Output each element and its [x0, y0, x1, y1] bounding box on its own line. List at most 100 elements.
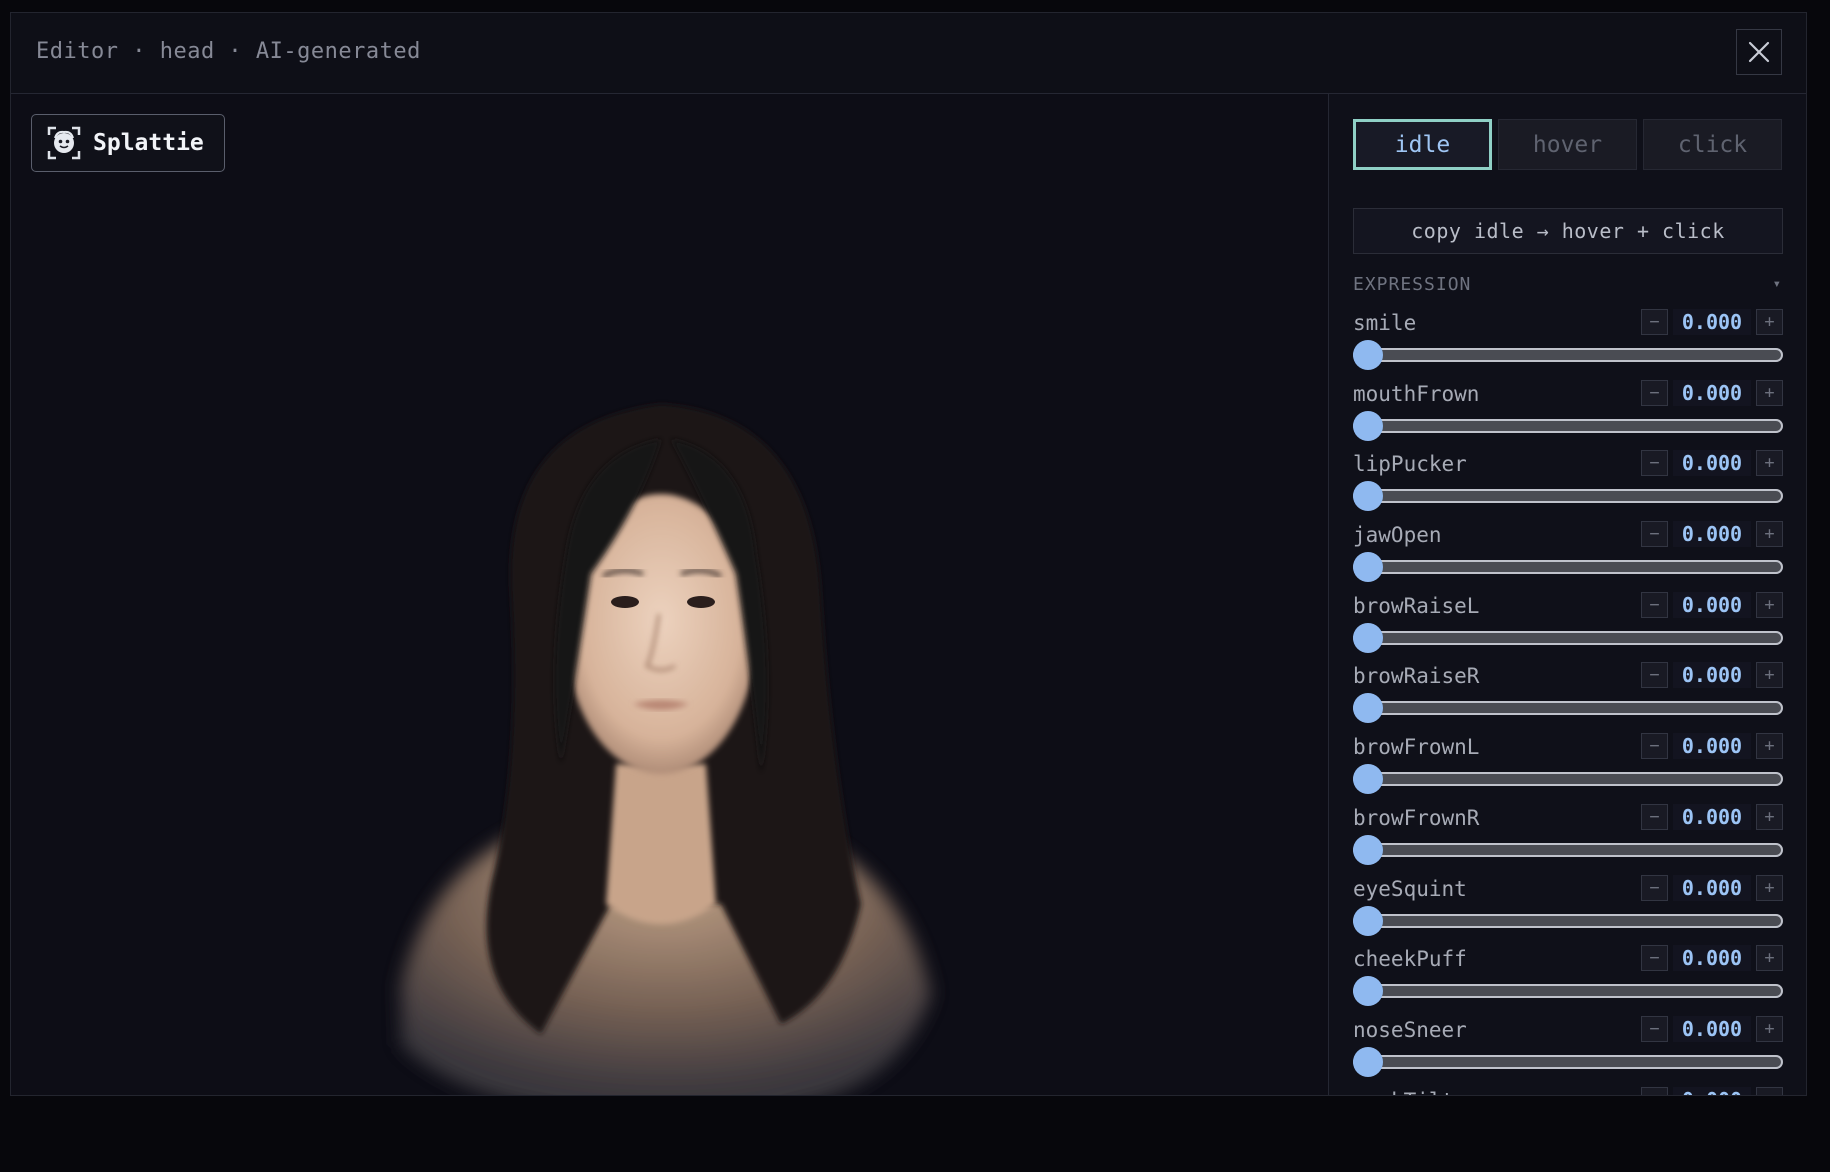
- slider-track[interactable]: [1353, 630, 1783, 645]
- param-value[interactable]: 0.000: [1673, 309, 1751, 335]
- close-button[interactable]: [1736, 29, 1782, 75]
- param-slider[interactable]: [1353, 834, 1783, 865]
- param-value[interactable]: 0.000: [1673, 803, 1751, 830]
- slider-thumb[interactable]: [1353, 340, 1383, 370]
- decrement-button[interactable]: −: [1641, 591, 1668, 618]
- decrement-button[interactable]: −: [1641, 450, 1668, 477]
- param-slider[interactable]: [1353, 693, 1783, 724]
- param-label: browFrownR: [1353, 805, 1480, 830]
- copy-state-button[interactable]: copy idle → hover + click: [1353, 208, 1783, 254]
- param-value[interactable]: 0.000: [1673, 1086, 1751, 1095]
- slider-thumb[interactable]: [1353, 764, 1383, 795]
- param-value[interactable]: 0.000: [1673, 379, 1751, 406]
- param-slider[interactable]: [1353, 1046, 1783, 1077]
- tab-idle[interactable]: idle: [1353, 119, 1492, 170]
- param-label: browRaiseL: [1353, 593, 1480, 618]
- slider-track[interactable]: [1353, 418, 1783, 433]
- slider-track[interactable]: [1353, 772, 1783, 787]
- slider-thumb[interactable]: [1353, 693, 1383, 724]
- expression-section-header[interactable]: EXPRESSION ▾: [1353, 264, 1783, 304]
- increment-button[interactable]: +: [1756, 803, 1783, 830]
- param-row-browRaiseR: browRaiseR −0.000 +: [1353, 657, 1783, 728]
- param-controls: −0.000+: [1641, 309, 1783, 335]
- slider-track[interactable]: [1353, 489, 1783, 504]
- param-value[interactable]: 0.000: [1673, 945, 1751, 972]
- increment-button[interactable]: +: [1756, 874, 1783, 901]
- param-controls: −0.000+: [1641, 450, 1783, 477]
- parameter-sidebar: idle hover click copy idle → hover + cli…: [1328, 94, 1806, 1095]
- param-slider[interactable]: [1353, 905, 1783, 936]
- slider-thumb[interactable]: [1353, 410, 1383, 441]
- param-slider[interactable]: [1353, 410, 1783, 441]
- slider-track[interactable]: [1353, 1054, 1783, 1069]
- param-label: lipPucker: [1353, 452, 1467, 477]
- decrement-button[interactable]: −: [1641, 379, 1668, 406]
- param-slider[interactable]: [1353, 764, 1783, 795]
- decrement-button[interactable]: −: [1641, 1086, 1668, 1095]
- increment-button[interactable]: +: [1756, 662, 1783, 689]
- brand-name: Splattie: [93, 130, 204, 156]
- decrement-button[interactable]: −: [1641, 803, 1668, 830]
- slider-thumb[interactable]: [1353, 622, 1383, 653]
- slider-thumb[interactable]: [1353, 1046, 1383, 1077]
- slider-track[interactable]: [1353, 701, 1783, 716]
- chevron-down-icon: ▾: [1772, 276, 1781, 292]
- increment-button[interactable]: +: [1756, 1015, 1783, 1042]
- param-value[interactable]: 0.000: [1673, 733, 1751, 760]
- decrement-button[interactable]: −: [1641, 874, 1668, 901]
- increment-button[interactable]: +: [1756, 521, 1783, 548]
- param-row-lipPucker: lipPucker −0.000 +: [1353, 445, 1783, 516]
- param-value[interactable]: 0.000: [1673, 874, 1751, 901]
- param-controls: −0.000+: [1641, 521, 1783, 548]
- decrement-button[interactable]: −: [1641, 945, 1668, 972]
- param-value[interactable]: 0.000: [1673, 450, 1751, 477]
- decrement-button[interactable]: −: [1641, 1015, 1668, 1042]
- window-title: Editor · head · AI-generated: [36, 39, 421, 64]
- param-controls: −0.000+: [1641, 591, 1783, 618]
- param-label: smile: [1353, 311, 1417, 335]
- brand-badge[interactable]: Splattie: [31, 114, 225, 172]
- head-viewport[interactable]: Splattie: [11, 94, 1328, 1095]
- decrement-button[interactable]: −: [1641, 733, 1668, 760]
- param-controls: −0.000+: [1641, 662, 1783, 689]
- increment-button[interactable]: +: [1756, 945, 1783, 972]
- increment-button[interactable]: +: [1756, 379, 1783, 406]
- param-slider[interactable]: [1353, 976, 1783, 1007]
- slider-track[interactable]: [1353, 984, 1783, 999]
- param-row-noseSneer: noseSneer −0.000 +: [1353, 1011, 1783, 1082]
- tab-click[interactable]: click: [1643, 119, 1782, 170]
- slider-track[interactable]: [1353, 560, 1783, 575]
- param-value[interactable]: 0.000: [1673, 591, 1751, 618]
- decrement-button[interactable]: −: [1641, 309, 1668, 335]
- increment-button[interactable]: +: [1756, 450, 1783, 477]
- slider-thumb[interactable]: [1353, 976, 1383, 1007]
- slider-thumb[interactable]: [1353, 481, 1383, 512]
- slider-thumb[interactable]: [1353, 905, 1383, 936]
- param-row-jawOpen: jawOpen −0.000 +: [1353, 516, 1783, 587]
- param-slider[interactable]: [1353, 622, 1783, 653]
- param-controls: −0.000+: [1641, 945, 1783, 972]
- param-row-browRaiseL: browRaiseL −0.000 +: [1353, 587, 1783, 658]
- title-bar: Editor · head · AI-generated: [11, 13, 1806, 94]
- param-label: neckTilt: [1353, 1089, 1454, 1095]
- tab-hover[interactable]: hover: [1498, 119, 1637, 170]
- param-slider[interactable]: [1353, 481, 1783, 512]
- slider-thumb[interactable]: [1353, 552, 1383, 583]
- increment-button[interactable]: +: [1756, 309, 1783, 335]
- slider-track[interactable]: [1353, 842, 1783, 857]
- slider-thumb[interactable]: [1353, 834, 1383, 865]
- param-value[interactable]: 0.000: [1673, 521, 1751, 548]
- param-slider[interactable]: [1353, 552, 1783, 583]
- decrement-button[interactable]: −: [1641, 521, 1668, 548]
- decrement-button[interactable]: −: [1641, 662, 1668, 689]
- increment-button[interactable]: +: [1756, 733, 1783, 760]
- param-slider[interactable]: [1353, 340, 1783, 370]
- slider-track[interactable]: [1353, 913, 1783, 928]
- param-value[interactable]: 0.000: [1673, 1015, 1751, 1042]
- param-controls: −0.000+: [1641, 379, 1783, 406]
- increment-button[interactable]: +: [1756, 591, 1783, 618]
- param-label: browFrownL: [1353, 735, 1480, 760]
- slider-track[interactable]: [1353, 348, 1783, 362]
- param-value[interactable]: 0.000: [1673, 662, 1751, 689]
- increment-button[interactable]: +: [1756, 1086, 1783, 1095]
